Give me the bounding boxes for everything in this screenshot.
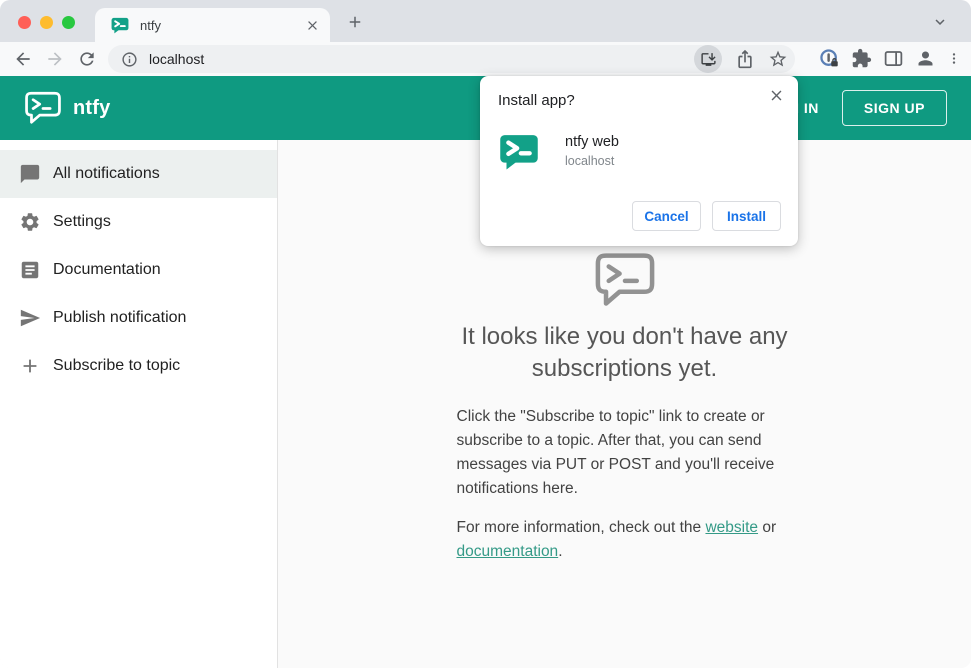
side-panel-icon[interactable] xyxy=(883,48,904,69)
ntfy-empty-state-icon xyxy=(594,252,656,308)
sidebar-item-all-notifications[interactable]: All notifications xyxy=(0,150,277,198)
tab-search-chevron-icon[interactable] xyxy=(931,13,949,31)
extensions-puzzle-icon[interactable] xyxy=(851,48,872,69)
cancel-button[interactable]: Cancel xyxy=(632,201,701,231)
forward-button[interactable] xyxy=(45,49,65,69)
app-title: ntfy xyxy=(73,96,111,119)
more-info-paragraph: For more information, check out the webs… xyxy=(456,519,777,560)
back-button[interactable] xyxy=(13,49,33,69)
address-bar[interactable]: localhost xyxy=(108,45,795,73)
macos-close-button[interactable] xyxy=(18,16,31,29)
tab-title: ntfy xyxy=(140,17,161,33)
app-name: ntfy web xyxy=(565,134,619,150)
sidebar-item-label: All notifications xyxy=(53,165,160,182)
password-manager-extension-icon[interactable] xyxy=(819,48,840,69)
ntfy-app-icon xyxy=(499,132,539,172)
sidebar-item-settings[interactable]: Settings xyxy=(0,198,277,246)
sidebar-item-label: Subscribe to topic xyxy=(53,357,181,374)
install-app-dialog: Install app? ntfy web localhost Cancel I… xyxy=(480,76,798,246)
macos-maximize-button[interactable] xyxy=(62,16,75,29)
dialog-title: Install app? xyxy=(498,92,575,109)
sidebar-item-label: Documentation xyxy=(53,261,161,278)
tab-strip: ntfy xyxy=(0,0,971,42)
sidebar-item-subscribe-to-topic[interactable]: Subscribe to topic xyxy=(0,342,277,390)
app-info: ntfy web localhost xyxy=(565,134,619,168)
browser-toolbar: localhost xyxy=(0,42,971,76)
close-icon[interactable] xyxy=(768,87,785,104)
tab-ntfy[interactable]: ntfy xyxy=(95,8,330,42)
profile-avatar-icon[interactable] xyxy=(915,48,936,69)
ntfy-favicon-icon xyxy=(111,17,129,34)
sidebar: All notifications Settings Documentation… xyxy=(0,140,278,668)
documentation-link[interactable]: documentation xyxy=(457,543,559,560)
article-icon xyxy=(19,259,41,281)
new-tab-button[interactable] xyxy=(346,13,364,31)
close-tab-icon[interactable] xyxy=(305,18,320,33)
ntfy-logo-icon xyxy=(24,91,62,125)
sidebar-item-documentation[interactable]: Documentation xyxy=(0,246,277,294)
empty-state-heading: It looks like you don't have any subscri… xyxy=(461,323,788,382)
send-icon xyxy=(19,307,41,329)
sidebar-item-label: Settings xyxy=(53,213,111,230)
empty-state-description: Click the "Subscribe to topic" link to c… xyxy=(457,405,793,564)
share-icon[interactable] xyxy=(735,49,755,69)
sign-up-button[interactable]: SIGN UP xyxy=(841,90,947,126)
chat-icon xyxy=(19,163,41,185)
gear-icon xyxy=(19,211,41,233)
reload-button[interactable] xyxy=(77,49,97,69)
site-info-icon[interactable] xyxy=(121,51,138,68)
sidebar-item-label: Publish notification xyxy=(53,309,187,326)
website-link[interactable]: website xyxy=(705,519,758,536)
browser-menu-icon[interactable] xyxy=(947,48,961,69)
app-origin: localhost xyxy=(565,154,615,168)
macos-minimize-button[interactable] xyxy=(40,16,53,29)
plus-icon xyxy=(19,355,41,377)
install-button[interactable]: Install xyxy=(712,201,781,231)
address-text[interactable]: localhost xyxy=(149,51,694,67)
bookmark-star-icon[interactable] xyxy=(768,49,788,69)
sidebar-item-publish-notification[interactable]: Publish notification xyxy=(0,294,277,342)
browser-window: ntfy localhost ntfy IN SIGN UP All notif… xyxy=(0,0,971,668)
install-app-button[interactable] xyxy=(694,45,722,73)
